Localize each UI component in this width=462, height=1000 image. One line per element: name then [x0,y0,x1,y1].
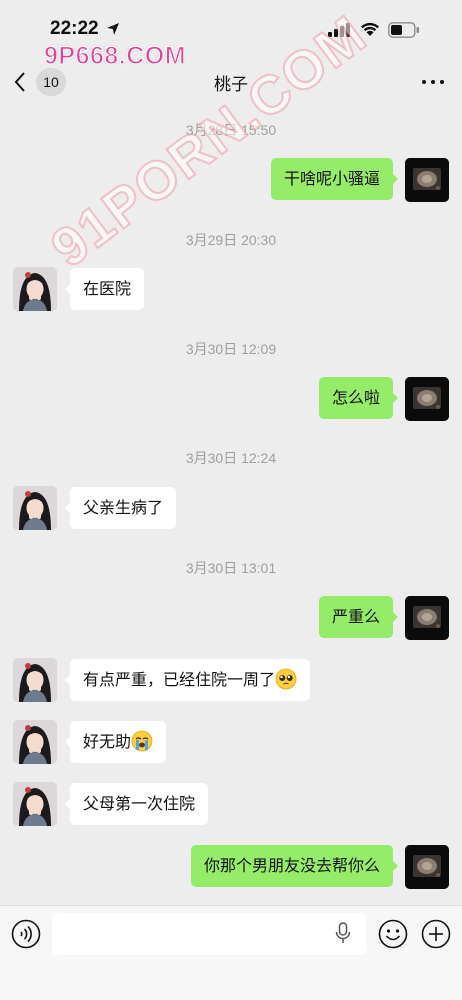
sent-message-bubble[interactable]: 严重么 [318,596,399,638]
location-arrow-icon [107,23,119,35]
message-input[interactable] [52,913,366,955]
received-message-bubble[interactable]: 父母第一次住院 [64,783,209,825]
crying-face-emoji-icon [131,730,153,752]
contact-avatar[interactable] [13,658,57,702]
timestamp: 3月30日 13:01 [185,560,277,576]
status-time: 22:22 [50,18,99,39]
cellular-signal-icon [328,23,350,37]
contact-avatar[interactable] [13,782,57,826]
avatar-image [405,377,449,421]
voice-icon[interactable] [11,919,41,949]
received-message-bubble[interactable]: 父亲生病了 [64,487,177,529]
message-text: 有点严重，已经住院一周了 [83,670,276,689]
avatar-image [13,267,57,311]
avatar-image [405,845,449,889]
chat-header: 10 桃子 [0,60,462,104]
sent-message-bubble[interactable]: 你那个男朋友没去帮你么 [190,845,399,887]
sent-message-bubble[interactable]: 怎么啦 [318,377,399,419]
timestamp: 3月30日 12:24 [185,450,277,466]
self-avatar[interactable] [405,158,449,202]
received-message-bubble[interactable]: 好无助 [64,721,167,763]
input-bar [0,905,462,1000]
emoji-icon[interactable] [378,919,408,949]
pleading-face-emoji-icon [275,668,297,690]
received-message-bubble[interactable]: 在医院 [64,268,145,310]
contact-avatar[interactable] [13,486,57,530]
avatar-image [13,658,57,702]
contact-avatar[interactable] [13,720,57,764]
contact-avatar[interactable] [13,267,57,311]
timestamp: 3月30日 12:09 [185,341,277,357]
timestamp: 3月29日 20:30 [185,232,277,248]
more-button[interactable] [418,72,448,92]
message-text: 好无助 [83,732,132,751]
sent-message-bubble[interactable]: 干啥呢小骚逼 [270,158,399,200]
microphone-icon[interactable] [335,922,351,944]
avatar-image [405,596,449,640]
avatar-image [13,720,57,764]
battery-icon [388,22,419,38]
avatar-image [13,782,57,826]
avatar-image [405,158,449,202]
plus-icon[interactable] [421,919,451,949]
timestamp: 3月28日 15:50 [185,122,277,138]
self-avatar[interactable] [405,845,449,889]
self-avatar[interactable] [405,596,449,640]
received-message-bubble[interactable]: 有点严重，已经住院一周了 [64,659,311,701]
wifi-icon [361,22,379,36]
more-dots-icon [422,80,426,84]
avatar-image [13,486,57,530]
self-avatar[interactable] [405,377,449,421]
chat-title: 桃子 [214,75,248,95]
